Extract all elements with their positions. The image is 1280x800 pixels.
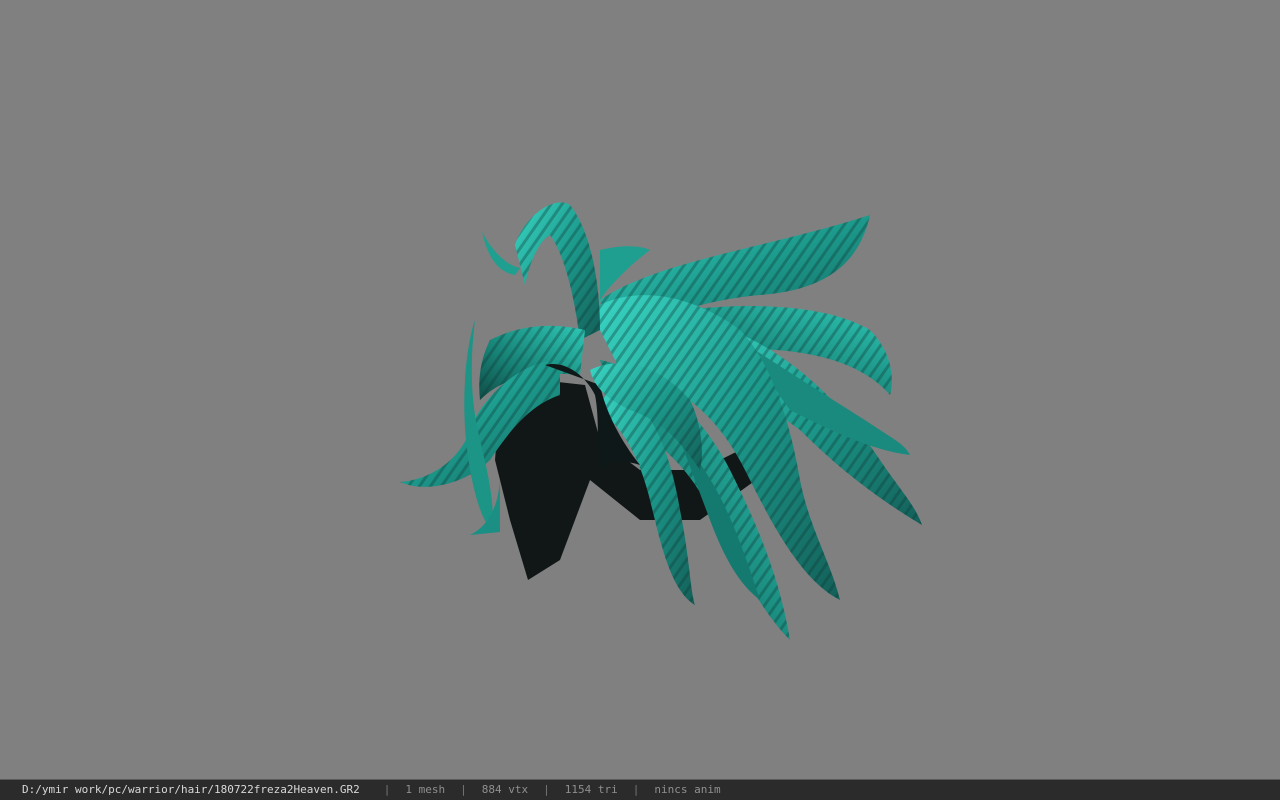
hair-model-render	[400, 202, 922, 640]
status-separator: |	[383, 783, 391, 796]
status-separator: |	[632, 783, 640, 796]
3d-viewport[interactable]	[0, 0, 1280, 779]
animation-status-label: nincs anim	[654, 783, 721, 796]
status-separator: |	[460, 783, 467, 796]
status-bar: D:/ymir work/pc/warrior/hair/180722freza…	[0, 779, 1280, 800]
vertex-count-label: 884 vtx	[481, 783, 529, 796]
status-separator: |	[543, 783, 550, 796]
mesh-count-label: 1 mesh	[405, 783, 446, 796]
file-path-label: D:/ymir work/pc/warrior/hair/180722freza…	[22, 783, 360, 796]
triangle-count-label: 1154 tri	[564, 783, 618, 796]
